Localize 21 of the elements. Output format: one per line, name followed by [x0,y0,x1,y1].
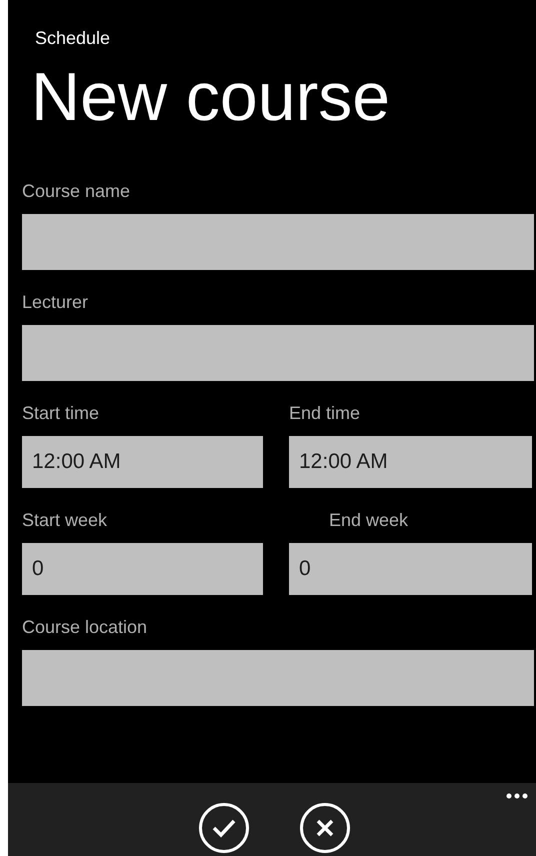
field-label: End week [329,510,410,530]
input-field[interactable]: 0 [22,543,263,595]
page-title: New course [31,58,392,137]
field-label: Course location [22,617,148,637]
input-field[interactable] [22,214,534,270]
cancel-button[interactable] [300,803,350,853]
input-field[interactable]: 12:00 AM [22,436,263,488]
confirm-button[interactable] [198,803,248,853]
checkmark-icon [212,818,236,838]
input-field[interactable] [22,650,534,706]
field-label: Lecturer [22,292,90,312]
field-label: Course name [22,181,132,201]
close-icon [316,819,334,837]
input-field[interactable] [22,325,534,381]
more-icon[interactable] [506,793,528,799]
app-title: Schedule [35,27,112,49]
field-label: Start week [22,510,108,530]
input-field[interactable]: 12:00 AM [289,436,532,488]
field-label: End time [289,403,362,423]
input-field[interactable]: 0 [289,543,532,595]
field-label: Start time [22,403,100,423]
